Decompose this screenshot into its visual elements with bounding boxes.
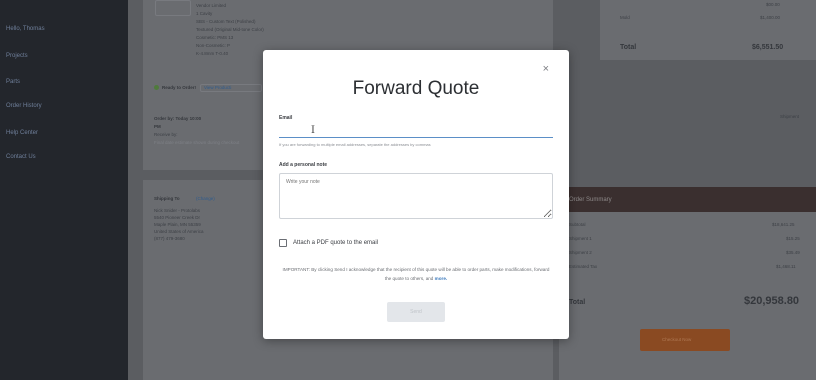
attach-pdf-checkbox[interactable]	[279, 239, 287, 247]
shipment-1-value: $15.25	[786, 236, 800, 241]
email-input[interactable]	[279, 124, 553, 138]
email-hint: If you are forwarding to multiple email …	[279, 142, 431, 147]
shipment-dropdown[interactable]: Shipment	[780, 114, 799, 120]
close-icon[interactable]: ×	[543, 64, 549, 75]
sidebar: Hello, Thomas Projects Parts Order Histo…	[0, 0, 128, 380]
subtotal-label: Subtotal	[569, 222, 586, 227]
sidebar-item-help-center[interactable]: Help Center	[6, 130, 38, 136]
modal-title: Forward Quote	[352, 78, 480, 99]
mold-label: Mold	[620, 15, 630, 20]
note-label: Add a personal note	[279, 162, 328, 168]
email-label: Email	[279, 115, 293, 121]
important-notice: IMPORTANT: By clicking Send I acknowledg…	[281, 265, 551, 283]
forward-quote-modal: × Forward Quote Email I If you are forwa…	[263, 50, 569, 339]
spec-line: SBS - Custom Text (Polished)	[196, 19, 256, 24]
attach-pdf-label[interactable]: Attach a PDF quote to the email	[293, 240, 378, 246]
sidebar-item-order-history[interactable]: Order History	[6, 103, 42, 109]
shipment-2-label: Shipment 2	[569, 250, 592, 255]
price-card	[600, 0, 816, 60]
more-link[interactable]: more.	[435, 276, 448, 281]
order-by-pm: PM	[154, 124, 161, 129]
send-button[interactable]: Send	[387, 302, 445, 322]
mold-value: $1,400.00	[760, 15, 781, 20]
receive-by-label: Receive by:	[154, 132, 178, 137]
price-row-value: $00.00	[766, 2, 780, 7]
view-production-link[interactable]: View Producti	[204, 85, 231, 91]
grand-total-label: Total	[569, 299, 586, 306]
sidebar-item-parts[interactable]: Parts	[6, 79, 20, 85]
address-line: 5540 Pioneer Creek Dr	[154, 215, 201, 220]
checkout-button-label[interactable]: Checkout Now	[662, 337, 691, 343]
sidebar-item-user[interactable]: Hello, Thomas	[6, 26, 45, 32]
spec-line: Non-Cosmetic: P	[196, 43, 231, 48]
price-total-value: $6,551.50	[752, 44, 784, 51]
tax-label: Estimated Tax	[569, 264, 598, 269]
order-by-label: Order by: Today 10:00	[154, 116, 202, 121]
part-thumbnail[interactable]	[155, 0, 191, 16]
address-line: (877) 479-3680	[154, 236, 185, 241]
shipping-to-label: Shipping To	[154, 196, 180, 201]
ready-status-icon	[154, 85, 159, 90]
ready-label: Ready to Order!	[162, 85, 197, 90]
spec-line: Textured (Original Mid-tone Color)	[196, 27, 264, 32]
shipment-1-label: Shipment 1	[569, 236, 592, 241]
personal-note-textarea[interactable]	[279, 173, 553, 219]
sidebar-item-contact-us[interactable]: Contact Us	[6, 154, 36, 160]
important-text: IMPORTANT: By clicking Send I acknowledg…	[282, 267, 550, 281]
date-note: Final date estimate shown during checkou…	[154, 140, 240, 145]
spec-line: 1 Cavity	[196, 11, 213, 16]
shipment-2-value: $35.49	[786, 250, 800, 255]
grand-total-value: $20,958.80	[744, 295, 800, 307]
tax-value: $1,468.11	[776, 264, 796, 269]
price-total-label: Total	[620, 44, 637, 51]
order-summary-title: Order Summary	[569, 197, 612, 203]
address-line: Maple Plain, MN 55359	[154, 222, 201, 227]
order-summary-card	[559, 187, 816, 380]
address-line: Nick Snider - Protolabs	[154, 208, 201, 213]
address-line: United States of America	[154, 229, 204, 234]
sidebar-item-projects[interactable]: Projects	[6, 53, 28, 59]
text-cursor-icon: I	[311, 125, 315, 136]
spec-line: Vendor Limited	[196, 3, 227, 8]
spec-line: K-4.8mm T-0.40	[196, 51, 229, 56]
subtotal-value: $18,641.25	[772, 222, 795, 227]
change-address-link[interactable]: (Change)	[196, 196, 215, 202]
spec-line: Cosmetic: PMS 13	[196, 35, 234, 40]
